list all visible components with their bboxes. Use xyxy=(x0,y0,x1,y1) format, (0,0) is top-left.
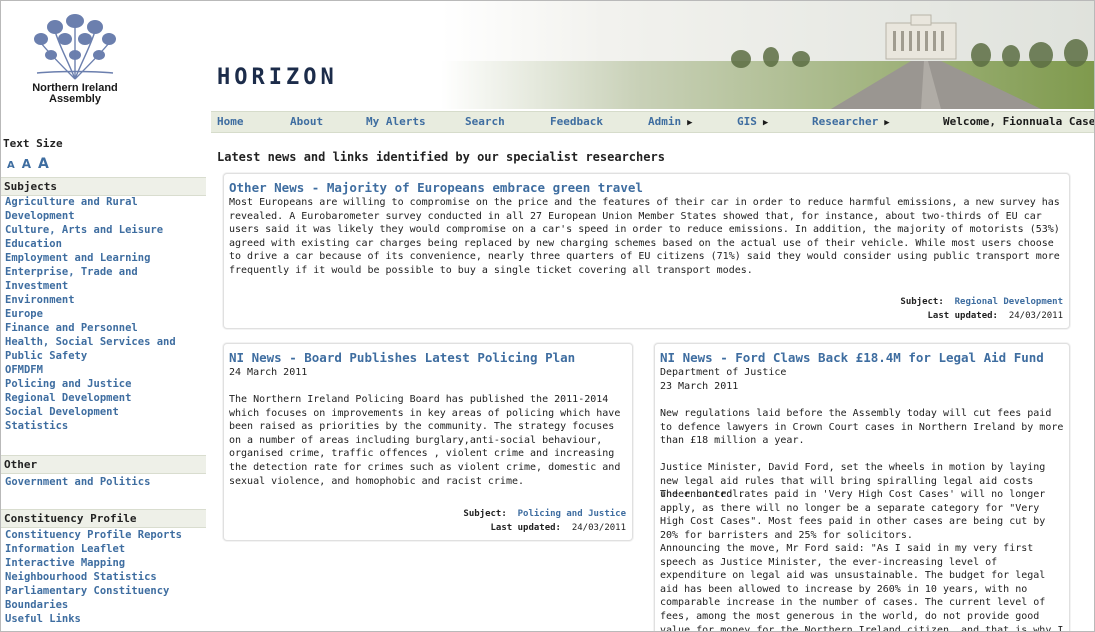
subject-link-policing[interactable]: Policing and Justice xyxy=(5,377,205,391)
subject-link-statistics[interactable]: Statistics xyxy=(5,419,205,433)
subject-link-culture[interactable]: Culture, Arts and Leisure xyxy=(5,223,205,237)
caret-right-icon: ▶ xyxy=(687,118,693,128)
nav-about[interactable]: About xyxy=(290,115,323,128)
article-department: Department of Justice xyxy=(660,367,787,378)
site-title: HORIZON xyxy=(217,65,338,90)
logo-text-line2: Assembly xyxy=(49,93,101,105)
subjects-heading: Subjects xyxy=(1,177,206,196)
constituency-link-neighbourhood[interactable]: Neighbourhood Statistics xyxy=(5,570,205,584)
subject-link-education[interactable]: Education xyxy=(5,237,205,251)
article-title[interactable]: Other News - Majority of Europeans embra… xyxy=(229,180,643,195)
subject-label: Subject: xyxy=(900,297,944,307)
site-header: Northern Ireland Assembly HORIZON xyxy=(1,1,1094,109)
constituency-link-mapping[interactable]: Interactive Mapping xyxy=(5,556,205,570)
article-body: Most Europeans are willing to compromise… xyxy=(229,197,1060,276)
text-size-heading: Text Size xyxy=(3,137,63,150)
main-nav: Home About My Alerts Search Feedback Adm… xyxy=(211,111,1094,133)
caret-right-icon: ▶ xyxy=(762,118,769,128)
article-paragraph-3: The enhanced rates paid in 'Very High Co… xyxy=(660,489,1046,541)
article-paragraph-4: Announcing the move, Mr Ford said: "As I… xyxy=(660,543,1064,632)
nav-gis[interactable]: GIS ▶ xyxy=(737,115,768,128)
subject-label: Subject: xyxy=(463,509,507,519)
article-body: The Northern Ireland Policing Board has … xyxy=(229,394,621,487)
nav-search[interactable]: Search xyxy=(465,115,505,128)
updated-label: Last updated: xyxy=(490,523,561,533)
subject-link-environment[interactable]: Environment xyxy=(5,293,205,307)
nav-admin-label: Admin xyxy=(648,115,682,128)
sidebar: Text Size AAA Subjects Agriculture and R… xyxy=(1,133,206,631)
subject-link-europe[interactable]: Europe xyxy=(5,307,205,321)
nav-feedback[interactable]: Feedback xyxy=(550,115,603,128)
subject-link-enterprise[interactable]: Enterprise, Trade and Investment xyxy=(5,265,205,293)
welcome-message: Welcome, Fionnuala Casey xyxy=(943,115,1095,128)
nav-researcher-label: Researcher xyxy=(812,115,879,128)
flax-flower-emblem-icon xyxy=(34,14,116,80)
subject-link-finance[interactable]: Finance and Personnel xyxy=(5,321,205,335)
page-heading: Latest news and links identified by our … xyxy=(217,150,665,164)
constituency-heading: Constituency Profile xyxy=(1,509,206,528)
caret-right-icon: ▶ xyxy=(884,118,890,128)
article-updated: Last updated: 24/03/2011 xyxy=(928,311,1063,321)
updated-date: 24/03/2011 xyxy=(571,523,626,533)
subject-link-employment[interactable]: Employment and Learning xyxy=(5,251,205,265)
nav-researcher[interactable]: Researcher ▶ xyxy=(812,115,890,128)
article-title[interactable]: NI News - Board Publishes Latest Policin… xyxy=(229,350,575,365)
updated-label: Last updated: xyxy=(927,311,998,321)
article-updated: Last updated: 24/03/2011 xyxy=(491,523,626,533)
text-size-medium[interactable]: A xyxy=(22,157,31,171)
nav-my-alerts[interactable]: My Alerts xyxy=(366,115,426,128)
text-size-large[interactable]: A xyxy=(38,156,49,172)
subject-link-health[interactable]: Health, Social Services and Public Safet… xyxy=(5,335,205,363)
news-card-legal-aid: NI News - Ford Claws Back £18.4M for Leg… xyxy=(654,343,1070,632)
nav-home[interactable]: Home xyxy=(217,115,244,128)
page-frame: Northern Ireland Assembly HORIZON Home A… xyxy=(0,0,1095,632)
text-size-small[interactable]: A xyxy=(7,160,15,171)
subject-link[interactable]: Policing and Justice xyxy=(518,509,626,519)
constituency-link-boundaries[interactable]: Parliamentary Constituency Boundaries xyxy=(5,584,205,612)
article-date: 23 March 2011 xyxy=(660,381,739,392)
constituency-link-useful[interactable]: Useful Links xyxy=(5,612,205,626)
logo-text: Northern Ireland Assembly xyxy=(5,83,145,105)
subject-link[interactable]: Regional Development xyxy=(955,297,1063,307)
subject-link-ofmdfm[interactable]: OFMDFM xyxy=(5,363,205,377)
constituency-link-reports[interactable]: Constituency Profile Reports xyxy=(5,528,205,542)
assembly-logo[interactable]: Northern Ireland Assembly xyxy=(5,3,145,107)
other-link-government[interactable]: Government and Politics xyxy=(5,475,205,489)
article-subject: Subject: Policing and Justice xyxy=(463,509,626,519)
article-subject: Subject: Regional Development xyxy=(900,297,1063,307)
text-size-controls: AAA xyxy=(7,153,56,172)
subject-link-regional[interactable]: Regional Development xyxy=(5,391,205,405)
updated-date: 24/03/2011 xyxy=(1008,311,1063,321)
article-date: 24 March 2011 xyxy=(229,367,308,378)
nav-gis-label: GIS xyxy=(737,115,757,128)
stormont-banner-image xyxy=(441,1,1094,109)
subject-link-social[interactable]: Social Development xyxy=(5,405,205,419)
news-card-policing-plan: NI News - Board Publishes Latest Policin… xyxy=(223,343,633,541)
other-heading: Other xyxy=(1,455,206,474)
subject-link-agriculture[interactable]: Agriculture and Rural Development xyxy=(5,195,205,223)
constituency-link-leaflet[interactable]: Information Leaflet xyxy=(5,542,205,556)
article-title[interactable]: NI News - Ford Claws Back £18.4M for Leg… xyxy=(660,350,1044,365)
news-card-green-travel: Other News - Majority of Europeans embra… xyxy=(223,173,1070,329)
article-paragraph-1: New regulations laid before the Assembly… xyxy=(660,408,1064,447)
nav-admin[interactable]: Admin ▶ xyxy=(648,115,693,128)
